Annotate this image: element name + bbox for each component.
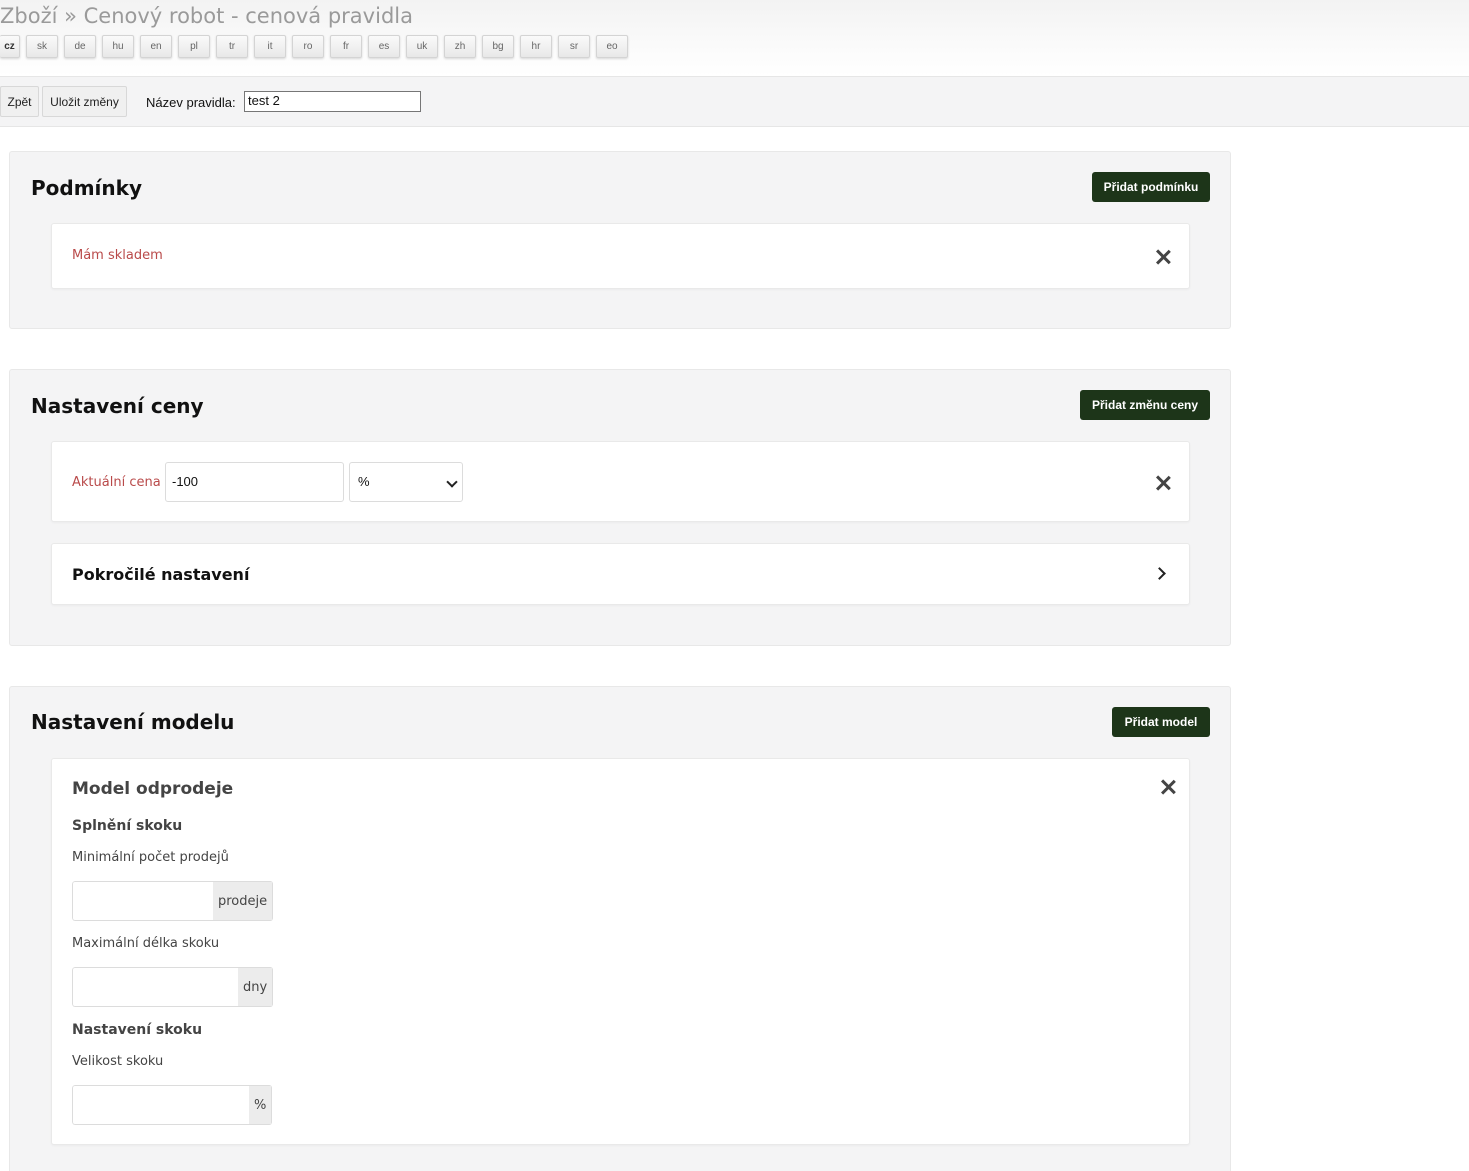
lang-button-pl[interactable]: pl <box>178 35 210 58</box>
max-jump-unit: dny <box>238 967 274 1007</box>
min-sales-input[interactable] <box>72 881 213 921</box>
remove-model-close-icon[interactable] <box>1160 779 1176 795</box>
price-unit-select[interactable]: % <box>349 462 463 502</box>
price-change-card: Aktuální cena -100 % <box>51 441 1190 522</box>
lang-button-tr[interactable]: tr <box>216 35 248 58</box>
lang-button-sk[interactable]: sk <box>26 35 58 58</box>
lang-button-de[interactable]: de <box>64 35 96 58</box>
add-model-button[interactable]: Přidat model <box>1112 707 1210 737</box>
max-jump-input[interactable] <box>72 967 238 1007</box>
min-sales-unit: prodeje <box>213 881 274 921</box>
toolbar: Zpět Uložit změny Název pravidla: test 2 <box>0 76 1469 127</box>
conditions-section: Podmínky Přidat podmínku Mám skladem <box>9 151 1231 329</box>
conditions-title: Podmínky <box>31 176 142 200</box>
advanced-settings-label: Pokročilé nastavení <box>72 565 250 584</box>
remove-price-change-close-icon[interactable] <box>1155 475 1171 491</box>
lang-button-fr[interactable]: fr <box>330 35 362 58</box>
rule-name-input[interactable]: test 2 <box>244 91 421 112</box>
condition-label: Mám skladem <box>72 248 163 263</box>
jump-size-field: % <box>72 1085 273 1125</box>
model-settings-section: Nastavení modelu Přidat model Model odpr… <box>9 686 1231 1171</box>
price-change-input[interactable]: -100 <box>165 462 344 502</box>
lang-button-en[interactable]: en <box>140 35 172 58</box>
max-jump-label: Maximální délka skoku <box>72 936 220 951</box>
chevron-right-icon[interactable] <box>1153 567 1166 580</box>
lang-button-zh[interactable]: zh <box>444 35 476 58</box>
price-settings-title: Nastavení ceny <box>31 394 204 418</box>
jump-size-unit: % <box>249 1085 273 1125</box>
price-settings-section: Nastavení ceny Přidat změnu ceny Aktuáln… <box>9 369 1231 646</box>
lang-button-eo[interactable]: eo <box>596 35 628 58</box>
chevron-down-icon <box>446 476 458 488</box>
lang-button-ro[interactable]: ro <box>292 35 324 58</box>
jump-settings-heading: Nastavení skoku <box>72 1022 203 1038</box>
page-header: Zboží » Cenový robot - cenová pravidla c… <box>0 0 1469 76</box>
lang-button-es[interactable]: es <box>368 35 400 58</box>
lang-button-it[interactable]: it <box>254 35 286 58</box>
condition-card: Mám skladem <box>51 223 1190 289</box>
add-condition-button[interactable]: Přidat podmínku <box>1092 172 1210 202</box>
lang-button-uk[interactable]: uk <box>406 35 438 58</box>
min-sales-field: prodeje <box>72 881 274 921</box>
back-button[interactable]: Zpět <box>0 86 39 117</box>
current-price-label: Aktuální cena <box>72 475 161 490</box>
model-title: Model odprodeje <box>72 779 234 799</box>
min-sales-label: Minimální počet prodejů <box>72 850 229 865</box>
page-title: Zboží » Cenový robot - cenová pravidla <box>0 4 413 28</box>
lang-button-hu[interactable]: hu <box>102 35 134 58</box>
rule-name-label: Název pravidla: <box>146 95 236 110</box>
lang-button-cz[interactable]: cz <box>0 35 20 58</box>
advanced-settings-card[interactable]: Pokročilé nastavení <box>51 543 1190 605</box>
lang-button-sr[interactable]: sr <box>558 35 590 58</box>
remove-condition-close-icon[interactable] <box>1155 249 1171 265</box>
add-price-change-button[interactable]: Přidat změnu ceny <box>1080 390 1210 420</box>
jump-size-input[interactable] <box>72 1085 249 1125</box>
lang-button-bg[interactable]: bg <box>482 35 514 58</box>
model-settings-title: Nastavení modelu <box>31 710 235 734</box>
jump-fulfillment-heading: Splnění skoku <box>72 818 183 834</box>
jump-size-label: Velikost skoku <box>72 1054 164 1069</box>
save-changes-button[interactable]: Uložit změny <box>42 86 127 117</box>
lang-button-hr[interactable]: hr <box>520 35 552 58</box>
max-jump-field: dny <box>72 967 274 1007</box>
model-card: Model odprodeje Splnění skoku Minimální … <box>51 758 1190 1145</box>
language-switcher: cz sk de hu en pl tr it ro fr es uk zh b… <box>0 35 634 58</box>
price-unit-value: % <box>358 474 370 489</box>
